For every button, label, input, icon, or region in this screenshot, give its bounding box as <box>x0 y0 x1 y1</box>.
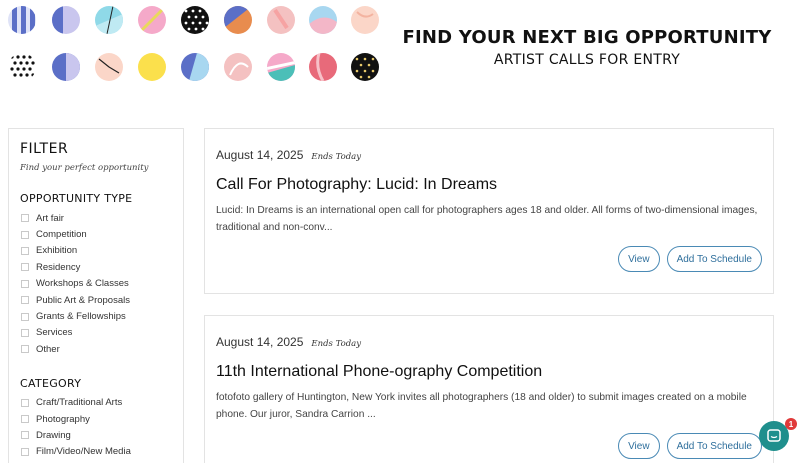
filter-subtitle: Find your perfect opportunity <box>20 163 149 173</box>
filter-option[interactable]: Services <box>20 325 172 341</box>
checkbox[interactable] <box>21 345 29 354</box>
filter-option-label: Drawing <box>36 429 71 441</box>
pattern-circle-icon <box>181 53 209 81</box>
filter-option-label: Residency <box>36 261 81 273</box>
filter-option[interactable]: Workshops & Classes <box>20 276 172 292</box>
pattern-circle-icon <box>52 6 80 34</box>
pattern-circle-icon <box>8 53 36 81</box>
filter-option-label: Competition <box>36 229 87 241</box>
opportunity-card: August 14, 2025 Ends Today Call For Phot… <box>204 128 774 294</box>
filter-option-label: Services <box>36 327 73 339</box>
filter-option[interactable]: Drawing <box>20 427 172 443</box>
filter-option[interactable]: Film/Video/New Media <box>20 444 172 460</box>
filter-option[interactable]: Photography <box>20 411 172 427</box>
category-heading: CATEGORY <box>20 376 82 390</box>
filter-option-label: Film/Video/New Media <box>36 446 131 458</box>
pattern-circle-icon <box>224 53 252 81</box>
filter-option-label: Craft/Traditional Arts <box>36 397 123 409</box>
filter-title: FILTER <box>20 141 69 157</box>
page-title: FIND YOUR NEXT BIG OPPORTUNITY <box>402 27 772 48</box>
pattern-circle-icon <box>138 6 166 34</box>
card-title[interactable]: Call For Photography: Lucid: In Dreams <box>216 176 762 194</box>
hero-heading: FIND YOUR NEXT BIG OPPORTUNITY ARTIST CA… <box>400 26 774 68</box>
checkbox[interactable] <box>21 296 29 305</box>
pattern-circle-icon <box>224 6 252 34</box>
page-subtitle: ARTIST CALLS FOR ENTRY <box>493 52 681 68</box>
pattern-circle-icon <box>267 6 295 34</box>
card-date: August 14, 2025 <box>216 148 304 162</box>
pattern-circle-icon <box>351 6 379 34</box>
add-to-schedule-button[interactable]: Add To Schedule <box>666 433 762 459</box>
decorative-circles <box>8 6 388 86</box>
pattern-circle-icon <box>351 53 379 81</box>
pattern-circle-icon <box>138 53 166 81</box>
checkbox[interactable] <box>21 431 29 440</box>
card-date: August 14, 2025 <box>216 335 304 349</box>
card-actions: View Add To Schedule <box>618 246 762 272</box>
deadline-badge: Ends Today <box>311 152 362 162</box>
filter-option[interactable]: Public Art & Proposals <box>20 292 172 308</box>
card-actions: View Add To Schedule <box>618 433 762 459</box>
filter-option-label: Workshops & Classes <box>36 278 129 290</box>
opportunity-type-list: Art fair Competition Exhibition Residenc… <box>20 210 172 358</box>
pattern-circle-icon <box>8 6 36 34</box>
opportunity-card: August 14, 2025 Ends Today 11th Internat… <box>204 315 774 463</box>
checkbox[interactable] <box>21 230 29 239</box>
filter-option[interactable]: Art fair <box>20 210 172 226</box>
filter-option-label: Exhibition <box>36 245 78 257</box>
checkbox[interactable] <box>21 246 29 255</box>
checkbox[interactable] <box>21 415 29 424</box>
deadline-badge: Ends Today <box>311 339 362 349</box>
pattern-circle-icon <box>309 53 337 81</box>
checkbox[interactable] <box>21 328 29 337</box>
filter-option[interactable]: Competition <box>20 226 172 242</box>
pattern-circle-icon <box>52 53 80 81</box>
pattern-circle-icon <box>95 6 123 34</box>
view-button[interactable]: View <box>618 246 660 272</box>
filter-option[interactable]: Grants & Fellowships <box>20 308 172 324</box>
card-title[interactable]: 11th International Phone-ography Competi… <box>216 363 762 381</box>
category-list: Craft/Traditional Arts Photography Drawi… <box>20 395 172 461</box>
notification-badge: 1 <box>785 418 797 430</box>
card-meta: August 14, 2025 Ends Today <box>216 335 762 349</box>
filter-option-label: Public Art & Proposals <box>36 294 130 306</box>
checkbox[interactable] <box>21 263 29 272</box>
filter-option-label: Grants & Fellowships <box>36 311 126 323</box>
checkbox[interactable] <box>21 312 29 321</box>
filter-option-label: Photography <box>36 413 90 425</box>
checkbox[interactable] <box>21 398 29 407</box>
pattern-circle-icon <box>181 6 209 34</box>
filter-option-label: Art fair <box>36 212 64 224</box>
card-description: Lucid: In Dreams is an international ope… <box>216 205 758 233</box>
filter-sidebar: FILTER Find your perfect opportunity OPP… <box>8 128 184 463</box>
opportunity-type-heading: OPPORTUNITY TYPE <box>20 192 133 205</box>
pattern-circle-icon <box>309 6 337 34</box>
chat-icon <box>767 429 781 442</box>
view-button[interactable]: View <box>618 433 660 459</box>
checkbox[interactable] <box>21 447 29 456</box>
checkbox[interactable] <box>21 214 29 223</box>
pattern-circle-icon <box>95 53 123 81</box>
filter-option[interactable]: Other <box>20 341 172 357</box>
card-description: fotofoto gallery of Huntington, New York… <box>216 392 747 420</box>
card-meta: August 14, 2025 Ends Today <box>216 148 762 162</box>
add-to-schedule-button[interactable]: Add To Schedule <box>666 246 762 272</box>
filter-option[interactable]: Residency <box>20 259 172 275</box>
filter-option-label: Other <box>36 343 60 355</box>
pattern-circle-icon <box>267 53 295 81</box>
filter-option[interactable]: Exhibition <box>20 243 172 259</box>
filter-option[interactable]: Craft/Traditional Arts <box>20 395 172 411</box>
checkbox[interactable] <box>21 279 29 288</box>
